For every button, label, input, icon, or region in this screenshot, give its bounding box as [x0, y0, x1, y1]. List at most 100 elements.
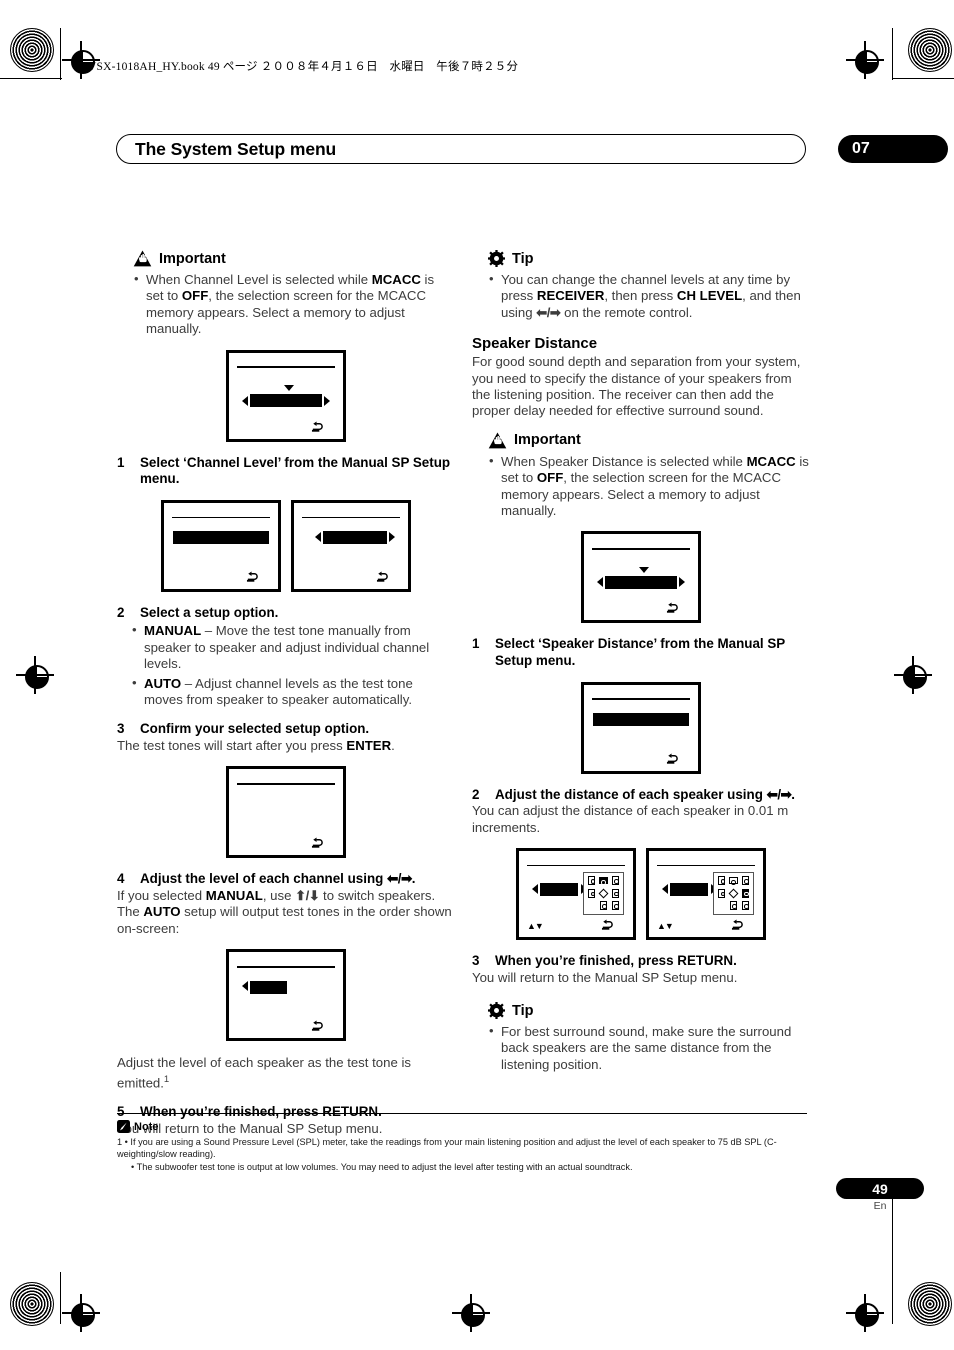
- step-title: Select ‘Speaker Distance’ from the Manua…: [495, 636, 785, 669]
- step-title: Adjust the distance of each speaker usin…: [495, 786, 796, 802]
- osd-right-arrow-icon: [389, 532, 396, 543]
- osd-left-arrow-icon: [241, 395, 248, 406]
- crop-mark-right-horizontal: [892, 78, 954, 80]
- important-callout-right: Important When Speaker Distance is selec…: [472, 432, 810, 520]
- page-number-badge: 49: [836, 1178, 924, 1199]
- step-1-left: 1 Select ‘Channel Level’ from the Manual …: [117, 455, 455, 488]
- speaker-icon-surround-right: [611, 888, 619, 898]
- list-item: For best surround sound, make sure the s…: [488, 1023, 810, 1073]
- osd-screen: ▲▼: [646, 848, 766, 941]
- osd-divider-line: [591, 698, 691, 700]
- important-callout-label: Important: [514, 432, 581, 449]
- speaker-icon-front-left: [718, 876, 726, 886]
- speaker-icon-center: [598, 877, 608, 885]
- registration-target-right-middle: [894, 656, 932, 694]
- page-language-code: En: [873, 1200, 887, 1212]
- step-heading: 1 Select ‘Channel Level’ from the Manual …: [117, 455, 455, 488]
- osd-right-arrow-icon: [324, 395, 331, 406]
- left-column: Important When Channel Level is selected…: [117, 250, 455, 1137]
- osd-screenshot-group-1: [117, 349, 455, 442]
- step-body: You will return to the Manual SP Setup m…: [472, 969, 738, 985]
- speaker-icon-surround-back-left: [599, 901, 607, 910]
- step-number: 4: [117, 871, 125, 887]
- speaker-icon-center: [728, 877, 738, 885]
- list-item: You can change the channel levels at any…: [488, 271, 810, 321]
- printer-mark-circle-top-left: [10, 28, 54, 72]
- step-heading: 3 Confirm your selected setup option.: [117, 721, 455, 738]
- osd-screen: [226, 766, 346, 859]
- osd-screenshot-group-4: [117, 949, 455, 1042]
- osd-redacted-bar: [173, 531, 269, 545]
- speaker-icon-listening-position: [598, 888, 609, 899]
- step-number: 3: [117, 721, 125, 737]
- chapter-number-badge: 07: [838, 135, 948, 163]
- osd-return-icon: [601, 919, 613, 930]
- step-number: 2: [117, 604, 125, 620]
- osd-left-arrow-icon: [531, 883, 538, 894]
- speaker-slot-empty: [718, 901, 725, 910]
- osd-screen: [226, 949, 346, 1042]
- step-number: 2: [472, 786, 480, 802]
- speaker-icon-surround-right: [741, 888, 749, 898]
- osd-divider-line: [301, 516, 401, 519]
- osd-return-icon: [311, 421, 323, 432]
- osd-left-arrow-icon: [241, 981, 248, 992]
- closing-paragraph-left: Adjust the level of each speaker as the …: [117, 1055, 411, 1091]
- list-item: MANUAL – Move the test tone manually fro…: [131, 622, 455, 672]
- osd-redacted-bar: [249, 980, 288, 994]
- osd-return-icon: [246, 571, 258, 582]
- step-number: 3: [472, 953, 480, 969]
- speaker-layout-map: [712, 871, 754, 915]
- note-line: 1 • If you are using a Sound Pressure Le…: [117, 1137, 777, 1160]
- speaker-icon-front-right: [611, 876, 619, 886]
- step-heading: 2 Adjust the distance of each speaker usi…: [472, 787, 810, 804]
- osd-right-arrow-icon: [679, 577, 686, 588]
- important-callout-header: Important: [472, 432, 810, 449]
- important-icon: [133, 250, 152, 267]
- step-2-options: MANUAL – Move the test tone manually fro…: [131, 622, 455, 708]
- osd-up-down-arrow-icon: ▲▼: [656, 921, 674, 932]
- osd-screenshot-group-5: [472, 531, 810, 624]
- step-title: When you’re finished, press RETURN.: [140, 1104, 382, 1120]
- osd-divider-line: [236, 966, 336, 968]
- osd-left-arrow-icon: [596, 577, 603, 588]
- osd-redacted-bar: [604, 575, 678, 589]
- osd-screenshot-group-3: [117, 766, 455, 859]
- osd-divider-line: [591, 548, 691, 550]
- osd-screen: ▲▼: [516, 848, 636, 941]
- tip-callout-bullets: You can change the channel levels at any…: [488, 271, 810, 321]
- speaker-icon-surround-left: [718, 888, 726, 898]
- osd-redacted-bar: [249, 393, 323, 407]
- registration-target-bottom-center: [452, 1294, 490, 1332]
- osd-screenshot-group-7: ▲▼ ▲▼: [472, 848, 810, 941]
- list-item: When Channel Level is selected while MCA…: [133, 271, 455, 338]
- tip-callout-label: Tip: [512, 1002, 534, 1019]
- speaker-icon-surround-left: [588, 888, 596, 898]
- osd-screen: [291, 499, 411, 592]
- osd-screen: [581, 681, 701, 774]
- step-body: You can adjust the distance of each spea…: [472, 803, 789, 835]
- osd-divider-line: [236, 783, 336, 785]
- speaker-icon-surround-back-right: [611, 901, 619, 910]
- speaker-icon-listening-position: [728, 888, 739, 899]
- tip-callout-label: Tip: [512, 250, 534, 267]
- osd-divider-line: [236, 366, 336, 368]
- tip-callout-header: Tip: [472, 250, 810, 267]
- step-2-left: 2 Select a setup option. MANUAL – Move th…: [117, 605, 455, 709]
- step-heading: 4 Adjust the level of each channel using …: [117, 871, 455, 888]
- speaker-layout-map: [582, 871, 624, 915]
- osd-redacted-bar: [539, 882, 579, 896]
- page-title: The System Setup menu: [135, 138, 337, 159]
- crop-mark-bottom-left-vertical: [60, 1272, 62, 1324]
- speaker-slot-empty: [588, 901, 595, 910]
- registration-target-top-right: [846, 41, 884, 79]
- tip-icon: [488, 1002, 505, 1020]
- osd-return-icon: [311, 837, 323, 849]
- section-title-speaker-distance: Speaker Distance: [472, 335, 598, 353]
- step-3-left: 3 Confirm your selected setup option. The…: [117, 721, 455, 754]
- osd-return-icon: [666, 603, 678, 614]
- osd-return-icon: [376, 571, 388, 582]
- registration-target-bottom-left: [62, 1294, 100, 1332]
- note-separator-rule: [117, 1113, 807, 1115]
- note-label: Note: [134, 1120, 159, 1133]
